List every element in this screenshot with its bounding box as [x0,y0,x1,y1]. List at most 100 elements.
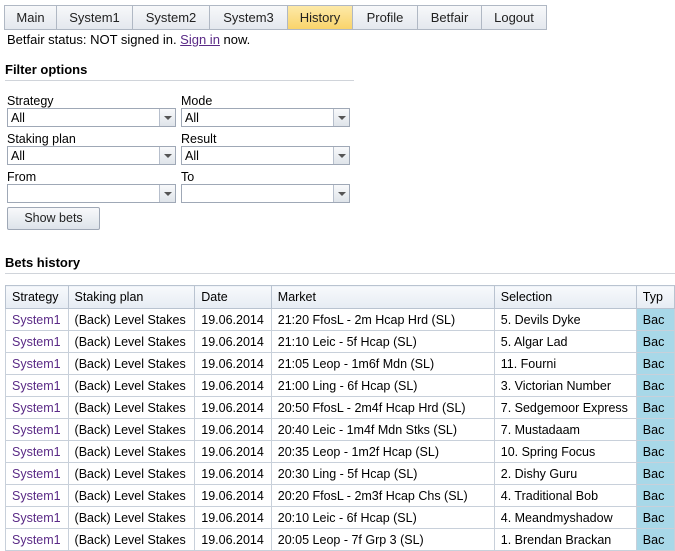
cell-selection: 11. Fourni [493,352,637,375]
result-select[interactable]: All [181,146,350,165]
cell-staking-plan: (Back) Level Stakes [67,374,196,397]
cell-strategy[interactable]: System1 [5,462,69,485]
cell-date: 19.06.2014 [194,374,272,397]
mode-select[interactable]: All [181,108,350,127]
cell-selection: 3. Victorian Number [493,374,637,397]
cell-staking-plan: (Back) Level Stakes [67,506,196,529]
cell-strategy[interactable]: System1 [5,484,69,507]
cell-type: Bac [635,484,675,507]
cell-strategy[interactable]: System1 [5,528,69,551]
cell-date: 19.06.2014 [194,396,272,419]
tab-logout[interactable]: Logout [482,6,547,29]
status-suffix: now. [219,32,251,47]
bets-divider [5,273,675,274]
status-text: Betfair status: NOT signed in. [7,32,181,47]
cell-market: 21:05 Leop - 1m6f Mdn (SL) [270,352,495,375]
cell-selection: 5. Algar Lad [493,330,637,353]
column-header-type[interactable]: Typ [635,285,675,309]
tab-system1[interactable]: System1 [57,6,133,29]
cell-date: 19.06.2014 [194,528,272,551]
column-header-date[interactable]: Date [194,285,272,309]
chevron-down-icon[interactable] [159,147,175,164]
show-bets-button[interactable]: Show bets [7,207,100,230]
cell-market: 21:00 Ling - 6f Hcap (SL) [270,374,495,397]
cell-strategy[interactable]: System1 [5,506,69,529]
cell-staking-plan: (Back) Level Stakes [67,528,196,551]
cell-type: Bac [635,462,675,485]
table-row[interactable]: System1 (Back) Level Stakes 19.06.2014 20:3… [5,462,675,485]
cell-strategy[interactable]: System1 [5,330,69,353]
staking-plan-select[interactable]: All [7,146,176,165]
cell-date: 19.06.2014 [194,330,272,353]
cell-selection: 7. Mustadaam [493,418,637,441]
bets-history-title: Bets history [5,255,81,270]
cell-type: Bac [635,396,675,419]
chevron-down-icon[interactable] [159,185,175,202]
tab-system3[interactable]: System3 [210,6,288,29]
cell-type: Bac [635,352,675,375]
tab-profile[interactable]: Profile [353,6,418,29]
cell-strategy[interactable]: System1 [5,418,69,441]
cell-type: Bac [635,330,675,353]
table-row[interactable]: System1 (Back) Level Stakes 19.06.2014 21:0… [5,374,675,397]
tab-history[interactable]: History [288,6,353,29]
table-row[interactable]: System1 (Back) Level Stakes 19.06.2014 20:3… [5,440,675,463]
cell-market: 20:20 FfosL - 2m3f Hcap Chs (SL) [270,484,495,507]
table-row[interactable]: System1 (Back) Level Stakes 19.06.2014 21:1… [5,330,675,353]
chevron-down-icon[interactable] [159,109,175,126]
tab-system2[interactable]: System2 [133,6,210,29]
staking-plan-value: All [11,149,25,163]
to-date-select[interactable] [181,184,350,203]
cell-type: Bac [635,308,675,331]
cell-date: 19.06.2014 [194,440,272,463]
cell-strategy[interactable]: System1 [5,374,69,397]
tab-betfair[interactable]: Betfair [418,6,482,29]
column-header-selection[interactable]: Selection [493,285,637,309]
cell-type: Bac [635,506,675,529]
table-row[interactable]: System1 (Back) Level Stakes 19.06.2014 20:1… [5,506,675,529]
chevron-down-icon[interactable] [333,185,349,202]
to-label: To [181,170,195,184]
sign-in-link[interactable]: Sign in [180,32,220,47]
mode-label: Mode [181,94,213,108]
betfair-status: Betfair status: NOT signed in. Sign in n… [7,32,250,47]
cell-strategy[interactable]: System1 [5,308,69,331]
cell-market: 20:40 Leic - 1m4f Mdn Stks (SL) [270,418,495,441]
chevron-down-icon[interactable] [333,147,349,164]
cell-staking-plan: (Back) Level Stakes [67,418,196,441]
from-date-select[interactable] [7,184,176,203]
chevron-down-icon[interactable] [333,109,349,126]
table-row[interactable]: System1 (Back) Level Stakes 19.06.2014 20:4… [5,418,675,441]
cell-staking-plan: (Back) Level Stakes [67,440,196,463]
tab-main[interactable]: Main [5,6,57,29]
cell-staking-plan: (Back) Level Stakes [67,396,196,419]
table-row[interactable]: System1 (Back) Level Stakes 19.06.2014 21:2… [5,308,675,331]
main-nav-tabs: Main System1 System2 System3 History Pro… [4,5,547,30]
cell-market: 20:35 Leop - 1m2f Hcap (SL) [270,440,495,463]
table-row[interactable]: System1 (Back) Level Stakes 19.06.2014 20:0… [5,528,675,551]
column-header-strategy[interactable]: Strategy [5,285,69,309]
cell-date: 19.06.2014 [194,462,272,485]
cell-market: 20:50 FfosL - 2m4f Hcap Hrd (SL) [270,396,495,419]
filter-options-title: Filter options [5,62,88,77]
cell-date: 19.06.2014 [194,308,272,331]
column-header-staking-plan[interactable]: Staking plan [67,285,196,309]
table-row[interactable]: System1 (Back) Level Stakes 19.06.2014 21:0… [5,352,675,375]
column-header-market[interactable]: Market [270,285,495,309]
cell-selection: 4. Traditional Bob [493,484,637,507]
cell-strategy[interactable]: System1 [5,352,69,375]
cell-selection: 2. Dishy Guru [493,462,637,485]
cell-staking-plan: (Back) Level Stakes [67,330,196,353]
strategy-select[interactable]: All [7,108,176,127]
cell-selection: 4. Meandmyshadow [493,506,637,529]
cell-date: 19.06.2014 [194,506,272,529]
staking-plan-label: Staking plan [7,132,76,146]
table-header-row: Strategy Staking plan Date Market Select… [5,285,675,309]
cell-selection: 1. Brendan Brackan [493,528,637,551]
cell-strategy[interactable]: System1 [5,396,69,419]
result-label: Result [181,132,217,146]
table-row[interactable]: System1 (Back) Level Stakes 19.06.2014 20:2… [5,484,675,507]
cell-strategy[interactable]: System1 [5,440,69,463]
cell-staking-plan: (Back) Level Stakes [67,308,196,331]
table-row[interactable]: System1 (Back) Level Stakes 19.06.2014 20:5… [5,396,675,419]
